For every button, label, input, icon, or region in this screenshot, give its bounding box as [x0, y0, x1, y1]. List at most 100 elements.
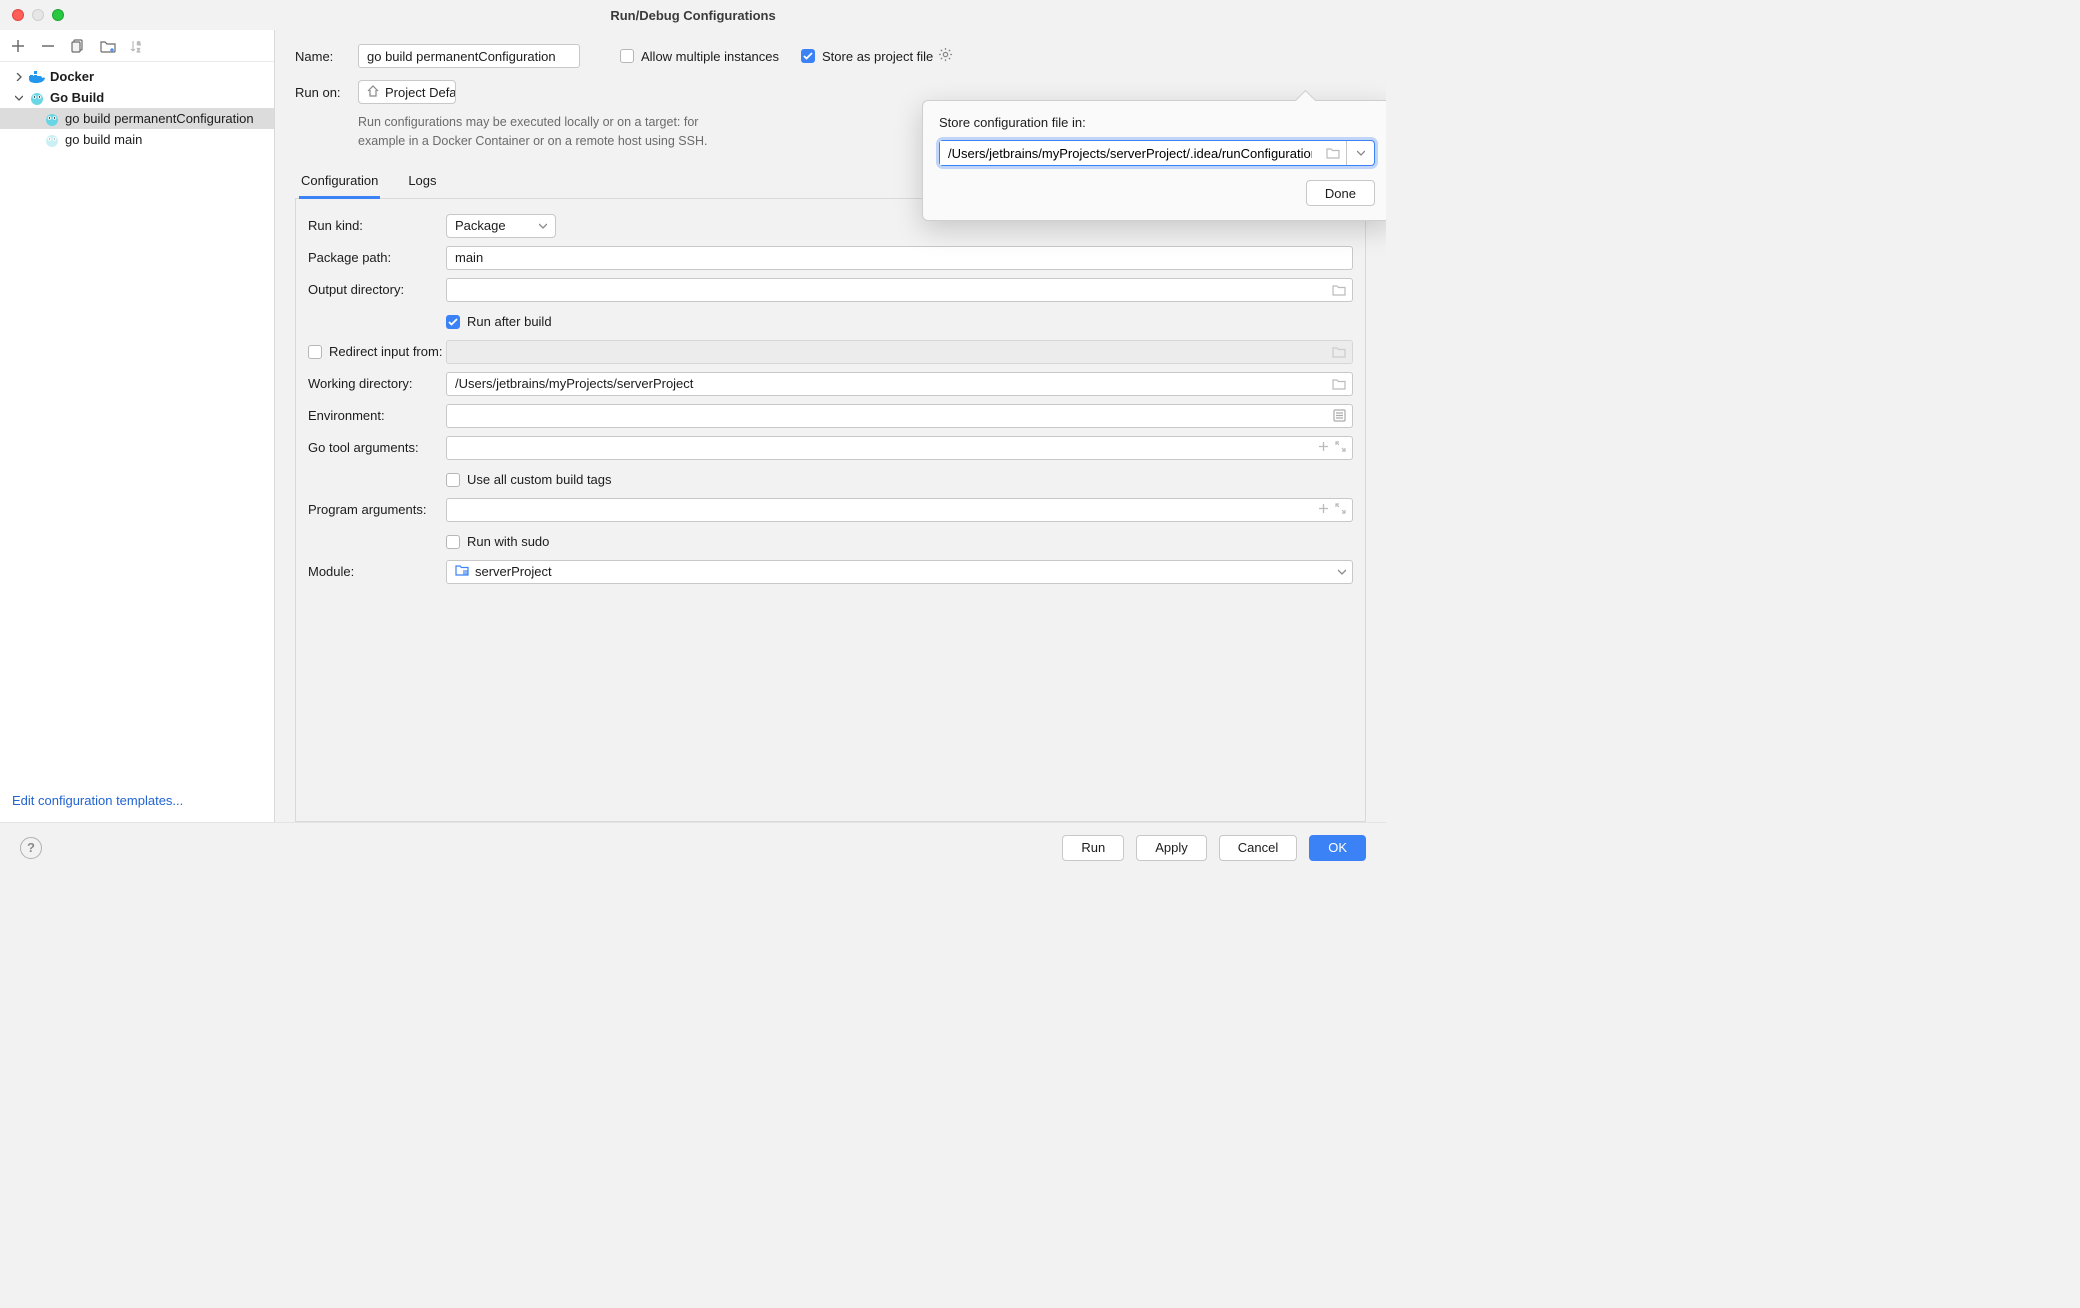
name-input[interactable]: go build permanentConfiguration	[358, 44, 580, 68]
svg-text:z: z	[137, 48, 140, 53]
use-custom-tags-label: Use all custom build tags	[467, 472, 612, 487]
chevron-down-icon	[1338, 568, 1346, 576]
run-kind-select[interactable]: Package	[446, 214, 556, 238]
module-icon	[455, 564, 469, 579]
remove-config-icon[interactable]	[40, 38, 56, 54]
folder-icon[interactable]	[1320, 147, 1346, 159]
run-kind-label: Run kind:	[308, 218, 446, 233]
run-with-sudo-checkbox[interactable]: Run with sudo	[446, 527, 1353, 557]
tree-label: Docker	[50, 69, 94, 84]
environment-input[interactable]	[446, 404, 1353, 428]
redirect-input-field	[446, 340, 1353, 364]
ok-button[interactable]: OK	[1309, 835, 1366, 861]
window-title: Run/Debug Configurations	[0, 8, 1386, 23]
gopher-icon-dim	[44, 132, 60, 148]
run-on-select[interactable]: Project Defa	[358, 80, 456, 104]
checkbox-icon	[308, 345, 322, 359]
expand-icon[interactable]	[14, 72, 24, 82]
dialog-button-bar: ? Run Apply Cancel OK	[0, 822, 1386, 872]
module-value: serverProject	[475, 564, 552, 579]
run-button[interactable]: Run	[1062, 835, 1124, 861]
use-custom-tags-checkbox[interactable]: Use all custom build tags	[446, 465, 1353, 495]
checkbox-icon	[620, 49, 634, 63]
config-form: Run kind: Package Package path: main	[295, 199, 1366, 823]
expand-icon[interactable]	[1335, 502, 1346, 517]
tab-configuration[interactable]: Configuration	[299, 167, 380, 199]
package-path-value: main	[455, 250, 483, 265]
name-label: Name:	[295, 49, 358, 64]
tree-label: go build permanentConfiguration	[65, 111, 254, 126]
output-dir-input[interactable]	[446, 278, 1353, 302]
popover-path-field[interactable]	[939, 140, 1375, 166]
add-config-icon[interactable]	[10, 38, 26, 54]
checkbox-icon	[446, 535, 460, 549]
help-button[interactable]: ?	[20, 837, 42, 859]
prog-args-input[interactable]	[446, 498, 1353, 522]
config-content: Name: go build permanentConfiguration Al…	[275, 30, 1386, 822]
sidebar-footer: Edit configuration templates...	[0, 785, 274, 822]
tree-node-gobuild[interactable]: Go Build	[0, 87, 274, 108]
prog-args-label: Program arguments:	[308, 502, 446, 517]
popover-path-input[interactable]	[940, 141, 1320, 165]
sidebar-toolbar: az	[0, 30, 274, 62]
gopher-icon	[44, 111, 60, 127]
config-sidebar: az Docker	[0, 30, 275, 822]
home-icon	[367, 85, 379, 100]
tab-logs[interactable]: Logs	[406, 167, 438, 198]
expand-icon[interactable]	[1335, 440, 1346, 455]
store-as-project-checkbox[interactable]: Store as project file	[801, 49, 933, 64]
tree-node-go-main[interactable]: go build main	[0, 129, 274, 150]
copy-config-icon[interactable]	[70, 38, 86, 54]
checkbox-checked-icon	[801, 49, 815, 63]
package-path-input[interactable]: main	[446, 246, 1353, 270]
go-args-label: Go tool arguments:	[308, 440, 446, 455]
working-dir-input[interactable]: /Users/jetbrains/myProjects/serverProjec…	[446, 372, 1353, 396]
store-path-popover: Store configuration file in: Done	[922, 100, 1386, 221]
run-debug-config-window: Run/Debug Configurations az	[0, 0, 1386, 872]
output-dir-label: Output directory:	[308, 282, 446, 297]
run-after-build-label: Run after build	[467, 314, 552, 329]
working-dir-value: /Users/jetbrains/myProjects/serverProjec…	[455, 376, 693, 391]
plus-icon[interactable]	[1318, 440, 1329, 455]
folder-add-icon[interactable]	[100, 38, 116, 54]
working-dir-label: Working directory:	[308, 376, 446, 391]
run-after-build-checkbox[interactable]: Run after build	[446, 307, 1353, 337]
checkbox-icon	[446, 473, 460, 487]
done-button[interactable]: Done	[1306, 180, 1375, 206]
checkbox-checked-icon	[446, 315, 460, 329]
store-as-project-label: Store as project file	[822, 49, 933, 64]
redirect-input-checkbox[interactable]: Redirect input from:	[308, 344, 446, 359]
folder-icon[interactable]	[1332, 378, 1346, 390]
go-args-input[interactable]	[446, 436, 1353, 460]
list-icon[interactable]	[1333, 409, 1346, 422]
run-with-sudo-label: Run with sudo	[467, 534, 549, 549]
module-select[interactable]: serverProject	[446, 560, 1353, 584]
config-tree: Docker Go Build go build permanentCon	[0, 62, 274, 785]
allow-multiple-label: Allow multiple instances	[641, 49, 779, 64]
titlebar: Run/Debug Configurations	[0, 0, 1386, 30]
sort-alpha-icon[interactable]: az	[130, 38, 146, 54]
cancel-button[interactable]: Cancel	[1219, 835, 1297, 861]
docker-icon	[29, 69, 45, 85]
apply-button[interactable]: Apply	[1136, 835, 1207, 861]
run-on-value: Project Defa	[385, 85, 456, 100]
tree-label: Go Build	[50, 90, 104, 105]
edit-templates-link[interactable]: Edit configuration templates...	[12, 793, 183, 808]
name-input-value: go build permanentConfiguration	[367, 49, 556, 64]
history-dropdown-icon[interactable]	[1346, 141, 1374, 165]
folder-icon[interactable]	[1332, 284, 1346, 296]
plus-icon[interactable]	[1318, 502, 1329, 517]
run-on-help-text: Run configurations may be executed local…	[358, 113, 738, 151]
tree-node-docker[interactable]: Docker	[0, 66, 274, 87]
gopher-icon	[29, 90, 45, 106]
tree-node-go-permanent[interactable]: go build permanentConfiguration	[0, 108, 274, 129]
tree-label: go build main	[65, 132, 142, 147]
environment-label: Environment:	[308, 408, 446, 423]
store-settings-gear-icon[interactable]	[938, 47, 953, 65]
module-label: Module:	[308, 564, 446, 579]
chevron-down-icon	[539, 218, 547, 233]
run-on-label: Run on:	[295, 85, 358, 100]
collapse-icon[interactable]	[14, 93, 24, 103]
allow-multiple-checkbox[interactable]: Allow multiple instances	[620, 49, 779, 64]
package-path-label: Package path:	[308, 250, 446, 265]
